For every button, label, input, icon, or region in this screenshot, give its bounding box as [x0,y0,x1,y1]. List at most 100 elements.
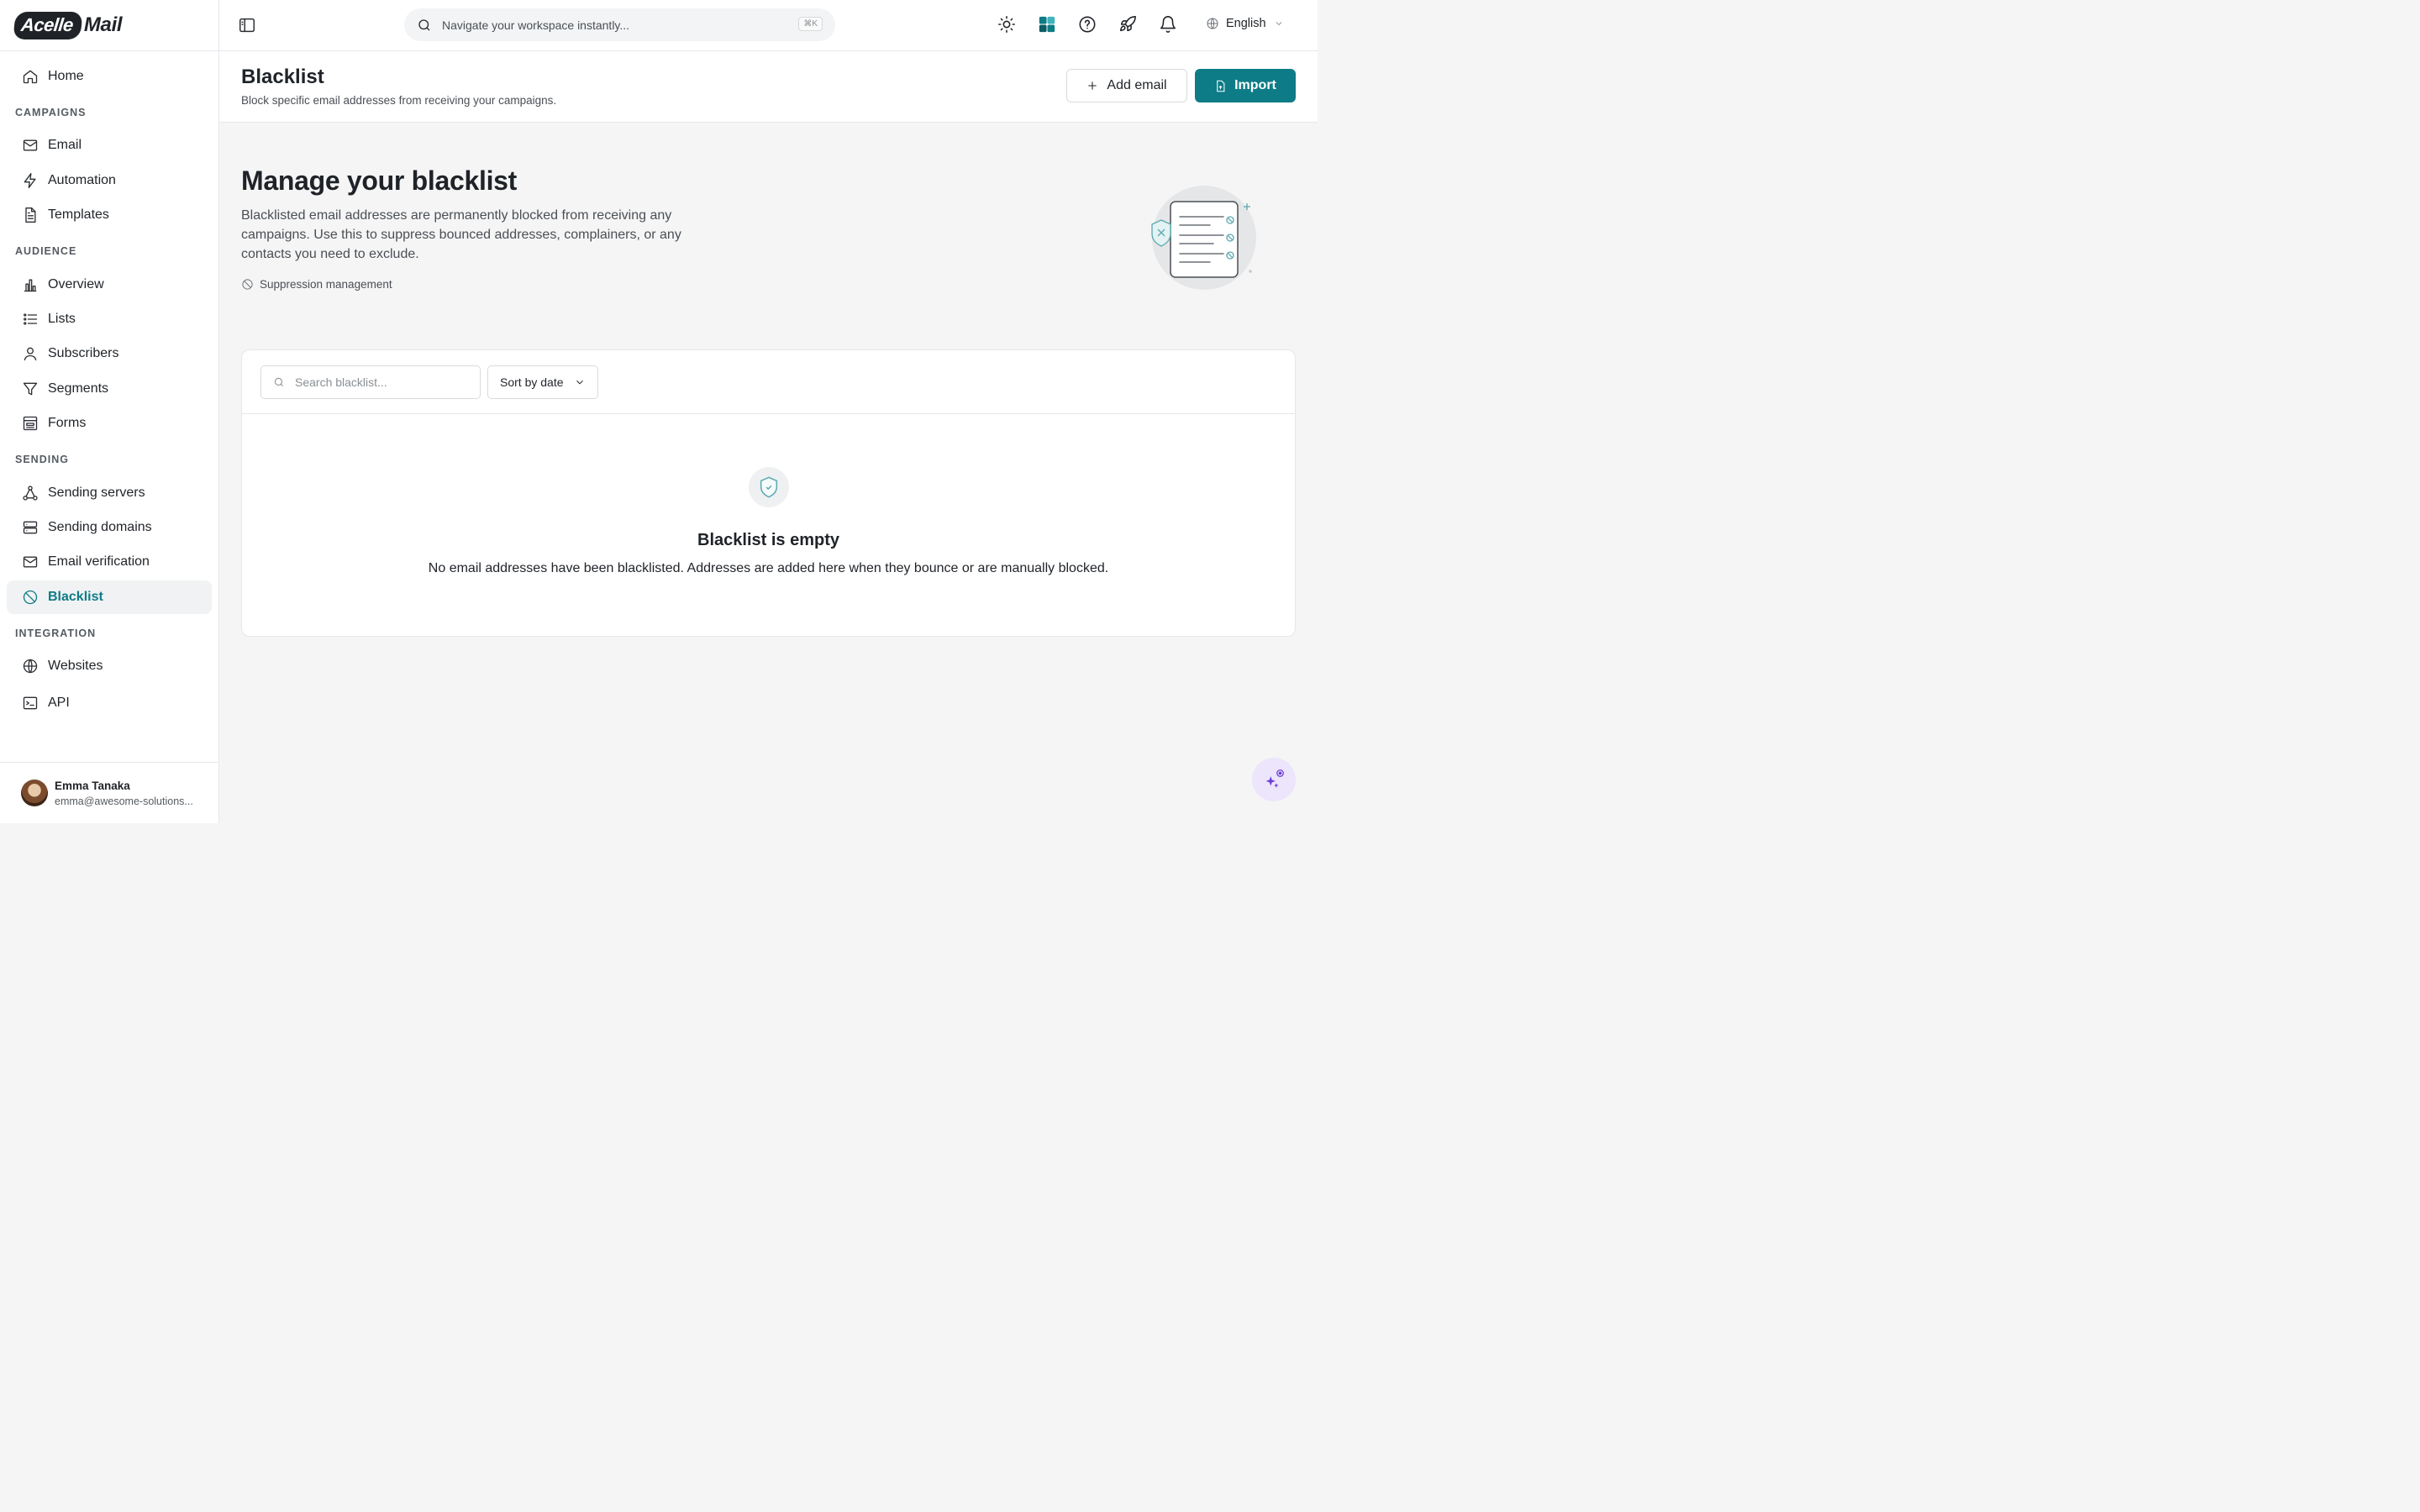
user-icon [22,345,39,362]
empty-state-title: Blacklist is empty [697,531,839,549]
sidebar-item-lists[interactable]: Lists [7,302,212,336]
mail-check-icon [22,554,39,570]
ban-icon [242,279,253,290]
sidebar-item-overview[interactable]: Overview [7,268,212,302]
sidebar-item-label: Email [48,138,82,153]
home-icon [22,68,39,85]
sidebar-item-email[interactable]: Email [7,129,212,162]
sparkles-icon [1265,769,1284,788]
sidebar-item-label: Lists [48,311,76,326]
logo-part-2: Mail [83,13,123,36]
page-title: Blacklist [241,66,324,88]
page-header: Blacklist Block specific email addresses… [219,51,1318,123]
topbar: Navigate your workspace instantly... ⌘K … [219,0,1318,51]
empty-state-description: No email addresses have been blacklisted… [428,561,1109,575]
search-icon [274,377,284,387]
add-email-button[interactable]: Add email [1066,69,1187,102]
sort-select-value: Sort by date [500,375,564,389]
shield-check-icon [749,467,789,507]
sidebar-item-blacklist[interactable]: Blacklist [7,580,212,614]
hero-tag: Suppression management [241,278,392,291]
list-icon [22,311,39,328]
sidebar: Acelle Mail Home CAMPAIGNS Email Automat… [0,0,219,823]
sidebar-item-label: API [48,696,70,711]
section-sending: SENDING [15,454,69,466]
form-icon [22,415,39,432]
sidebar-item-sending-servers[interactable]: Sending servers [7,476,212,510]
user-name: Emma Tanaka [55,779,130,792]
import-button[interactable]: Import [1195,69,1296,102]
blacklist-card: Sort by date Blacklist is empty No email… [241,349,1296,637]
bar-chart-icon [22,276,39,293]
section-campaigns: CAMPAIGNS [15,106,87,118]
sidebar-item-forms[interactable]: Forms [7,407,212,440]
sidebar-item-label: Subscribers [48,346,119,361]
terminal-icon [22,695,39,711]
page-subtitle: Block specific email addresses from rece… [241,94,557,107]
sidebar-item-label: Sending domains [48,519,152,534]
sidebar-item-label: Sending servers [48,485,145,500]
sidebar-item-label: Overview [48,276,104,291]
user-profile[interactable]: Emma Tanaka emma@awesome-solutions... [0,762,218,823]
global-search-placeholder: Navigate your workspace instantly... [442,18,630,32]
sidebar-item-label: Home [48,69,84,83]
sidebar-item-subscribers[interactable]: Subscribers [7,337,212,370]
sidebar-item-templates[interactable]: Templates [7,198,212,232]
bell-icon[interactable] [1158,14,1178,34]
workspace-logo-icon[interactable] [1037,14,1057,34]
sidebar-item-automation[interactable]: Automation [7,164,212,197]
file-upload-icon [1217,80,1225,92]
blacklist-search-input[interactable] [295,375,463,389]
shortcut-badge: ⌘K [798,17,823,31]
chevron-down-icon [576,380,583,385]
ai-assistant-button[interactable] [1252,758,1296,801]
sidebar-nav: Home CAMPAIGNS Email Automation Template… [0,51,218,720]
language-selector[interactable]: English [1206,17,1284,30]
sidebar-item-api[interactable]: API [7,686,212,720]
sidebar-item-label: Templates [48,207,109,223]
logo-part-1: Acelle [13,11,83,39]
ban-icon [22,589,39,606]
search-icon [418,18,430,30]
logo-row: Acelle Mail [0,0,218,51]
sidebar-item-sending-domains[interactable]: Sending domains [7,511,212,544]
document-icon [22,207,39,223]
import-label: Import [1234,78,1276,92]
add-email-label: Add email [1107,78,1167,92]
network-icon [22,485,39,501]
filter-icon [22,381,39,397]
server-icon [22,519,39,536]
sidebar-item-websites[interactable]: Websites [7,649,212,683]
lightning-icon [22,172,39,189]
sun-icon[interactable] [997,14,1017,34]
blacklist-search[interactable] [260,365,481,399]
hero-title: Manage your blacklist [241,165,518,196]
language-label: English [1226,17,1266,30]
hero-tag-label: Suppression management [260,278,392,291]
rocket-icon[interactable] [1118,14,1138,34]
sidebar-item-label: Segments [48,381,109,396]
hero-description: Blacklisted email addresses are permanen… [241,208,681,261]
help-icon[interactable] [1077,14,1097,34]
sidebar-item-segments[interactable]: Segments [7,372,212,406]
user-info: Emma Tanaka emma@awesome-solutions... [55,780,193,807]
sidebar-toggle-icon[interactable] [238,16,256,34]
sidebar-item-label: Email verification [48,554,150,570]
global-search[interactable]: Navigate your workspace instantly... ⌘K [404,8,835,41]
globe-icon [1207,18,1218,29]
globe-icon [22,658,39,675]
section-integration: INTEGRATION [15,627,97,639]
sidebar-item-label: Automation [48,172,116,187]
topbar-actions [997,14,1198,34]
sort-select[interactable]: Sort by date [487,365,598,399]
sidebar-item-label: Forms [48,416,87,431]
avatar [21,780,48,806]
app-root: Acelle Mail Home CAMPAIGNS Email Automat… [0,0,1318,823]
blacklist-illustration [1147,183,1260,292]
mail-icon [22,137,39,154]
sidebar-item-email-verification[interactable]: Email verification [7,545,212,579]
chevron-down-icon [1276,22,1281,26]
sidebar-item-label: Blacklist [48,589,103,604]
sidebar-item-home[interactable]: Home [7,60,212,93]
app-logo[interactable]: Acelle Mail [13,11,123,39]
